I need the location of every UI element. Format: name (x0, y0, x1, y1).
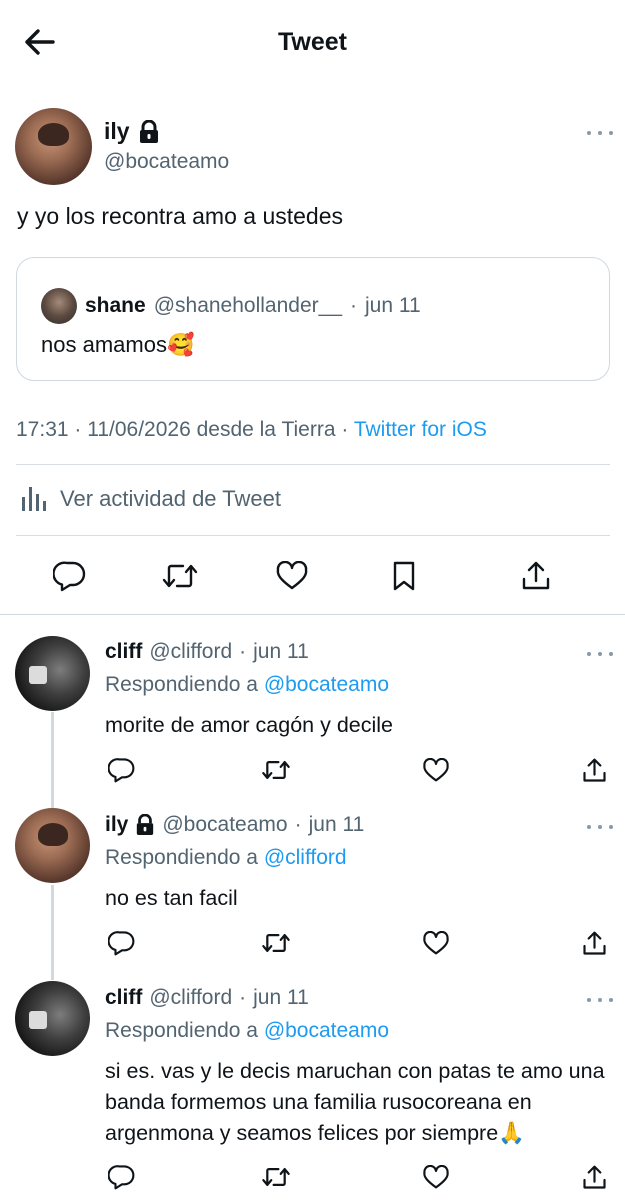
top-bar: Tweet (0, 0, 625, 84)
like-button[interactable] (419, 926, 453, 960)
quoted-tweet[interactable]: shane @shanehollander__ · jun 11 nos ama… (16, 257, 610, 381)
reply-text: morite de amor cagón y decile (105, 713, 394, 737)
tweet-activity-link[interactable]: Ver actividad de Tweet (20, 485, 281, 513)
quoted-author-name: shane (85, 294, 146, 317)
replying-prefix: Respondiendo a (105, 673, 258, 696)
heart-icon (276, 561, 308, 590)
share-icon (582, 758, 606, 782)
retweet-icon (162, 564, 198, 588)
lock-icon (139, 119, 158, 143)
replying-to-link[interactable]: @clifford (264, 846, 347, 869)
heart-icon (423, 757, 449, 781)
more-options-icon[interactable] (587, 129, 613, 137)
retweet-icon (262, 761, 290, 779)
replying-prefix: Respondiendo a (105, 1019, 258, 1042)
more-options-icon[interactable] (587, 996, 613, 1004)
author-handle[interactable]: @bocateamo (104, 150, 229, 174)
tweet-meta: 17:31 · 11/06/2026 desde la Tierra · Twi… (16, 418, 487, 442)
tweet-actions (0, 552, 625, 600)
quoted-tweet-header: shane @shanehollander__ · jun 11 (41, 288, 421, 324)
like-button[interactable] (272, 556, 312, 596)
share-button[interactable] (577, 753, 611, 787)
replying-to: Respondiendo a @bocateamo (105, 673, 389, 697)
reply-header: cliff @clifford · jun 11 (105, 640, 309, 664)
share-icon (522, 561, 550, 590)
reply-icon (108, 758, 135, 783)
replying-to: Respondiendo a @clifford (105, 846, 347, 870)
reply-actions (105, 926, 625, 960)
retweet-icon (262, 1168, 290, 1186)
reply-icon (108, 931, 135, 956)
reply-button[interactable] (105, 926, 139, 960)
retweet-button[interactable] (259, 1160, 293, 1194)
separator-dot: · (350, 294, 357, 317)
like-button[interactable] (419, 753, 453, 787)
avatar (41, 288, 77, 324)
reply-button[interactable] (105, 1160, 139, 1194)
more-options-icon[interactable] (587, 823, 613, 831)
bookmark-icon (393, 561, 415, 591)
quoted-tweet-text: nos amamos🥰 (41, 332, 195, 357)
separator-dot: · (239, 640, 247, 663)
reply-tweet[interactable]: cliff @clifford · jun 11 Respondiendo a … (0, 640, 625, 790)
author-name[interactable]: cliff (105, 986, 142, 1010)
separator-dot: · (239, 986, 247, 1009)
author-handle[interactable]: @bocateamo (162, 813, 287, 837)
bookmark-button[interactable] (384, 556, 424, 596)
reply-button[interactable] (50, 556, 90, 596)
replying-prefix: Respondiendo a (105, 846, 258, 869)
reply-header: ily @bocateamo · jun 11 (105, 813, 364, 837)
retweet-button[interactable] (160, 556, 200, 596)
retweet-button[interactable] (259, 753, 293, 787)
author-handle[interactable]: @clifford (149, 640, 232, 664)
reply-button[interactable] (105, 753, 139, 787)
author-handle[interactable]: @clifford (149, 986, 232, 1010)
quoted-date: jun 11 (365, 294, 421, 317)
divider (16, 464, 610, 465)
reply-date: jun 11 (253, 640, 309, 663)
separator-dot: · (294, 813, 302, 836)
author-name[interactable]: cliff (105, 640, 142, 664)
share-icon (582, 931, 606, 955)
page-title: Tweet (278, 28, 347, 56)
reply-actions (105, 1160, 625, 1194)
reply-icon (108, 1165, 135, 1190)
share-button[interactable] (577, 926, 611, 960)
more-options-icon[interactable] (587, 650, 613, 658)
reply-date: jun 11 (253, 986, 309, 1009)
reply-actions (105, 753, 625, 787)
heart-icon (423, 1164, 449, 1188)
reply-tweet[interactable]: cliff @clifford · jun 11 Respondiendo a … (0, 986, 625, 1200)
replying-to-link[interactable]: @bocateamo (264, 673, 389, 696)
share-button[interactable] (516, 556, 556, 596)
reply-text: no es tan facil (105, 886, 238, 910)
bar-chart-icon (22, 487, 46, 511)
reply-date: jun 11 (308, 813, 365, 836)
share-button[interactable] (577, 1160, 611, 1194)
reply-text: si es. vas y le decis maruchan con patas… (105, 1059, 605, 1145)
tweet-text: y yo los recontra amo a ustedes (17, 203, 343, 229)
lock-icon (137, 814, 154, 835)
avatar[interactable] (15, 108, 92, 185)
retweet-button[interactable] (259, 926, 293, 960)
divider (0, 614, 625, 615)
activity-label: Ver actividad de Tweet (60, 486, 281, 511)
share-icon (582, 1165, 606, 1189)
like-button[interactable] (419, 1160, 453, 1194)
replying-to: Respondiendo a @bocateamo (105, 1019, 389, 1043)
divider (16, 535, 610, 536)
author-name[interactable]: ily (104, 118, 130, 145)
source-link[interactable]: Twitter for iOS (354, 418, 487, 441)
quoted-author-handle: @shanehollander__ (153, 294, 342, 317)
reply-tweet[interactable]: ily @bocateamo · jun 11 Respondiendo a @… (0, 813, 625, 963)
author-row: ily (104, 118, 160, 145)
replying-to-link[interactable]: @bocateamo (264, 1019, 389, 1042)
reply-header: cliff @clifford · jun 11 (105, 986, 309, 1010)
retweet-icon (262, 934, 290, 952)
reply-icon (53, 561, 86, 592)
author-name[interactable]: ily (105, 813, 128, 837)
timestamp: 17:31 · 11/06/2026 desde la Tierra · (16, 418, 349, 441)
heart-icon (423, 930, 449, 954)
